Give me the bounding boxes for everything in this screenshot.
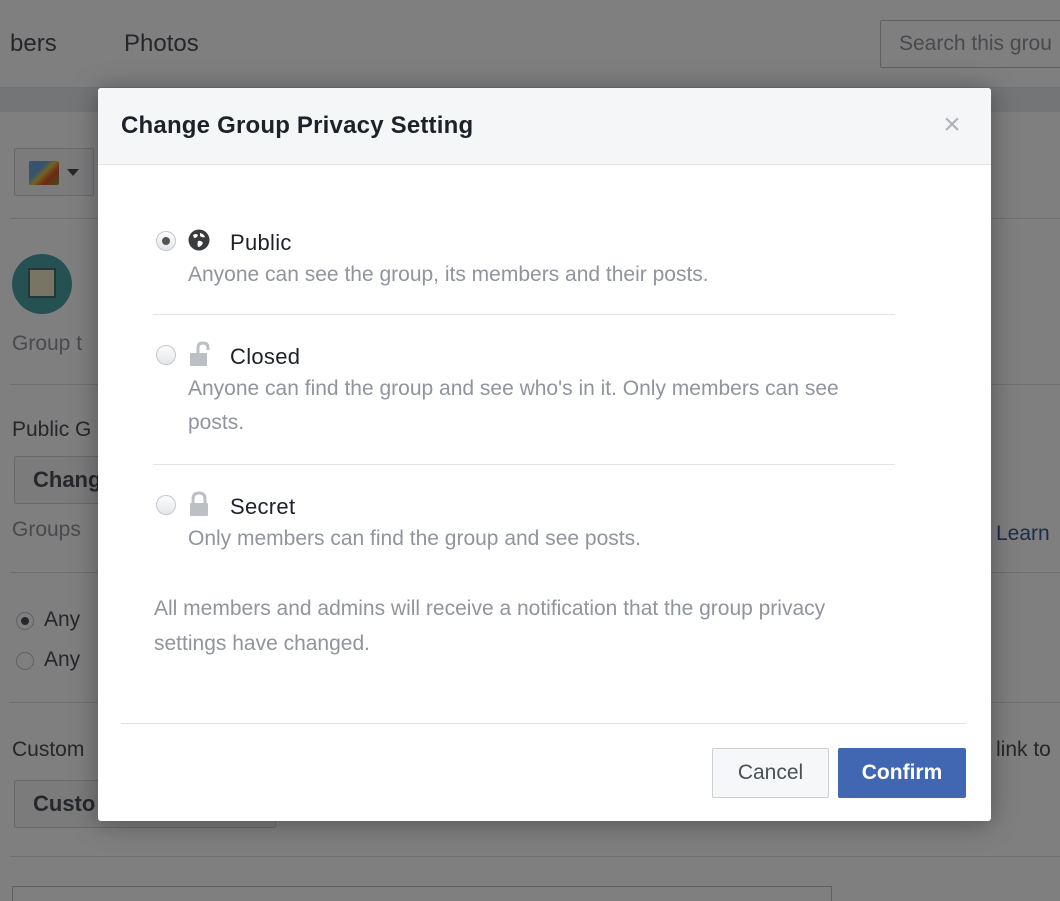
option-description: Anyone can find the group and see who's …	[188, 377, 839, 434]
radio-public[interactable]	[156, 231, 176, 251]
option-label: Public	[230, 230, 292, 255]
dialog-header: Change Group Privacy Setting ×	[98, 88, 991, 165]
confirm-button[interactable]: Confirm	[838, 748, 966, 798]
radio-secret[interactable]	[156, 495, 176, 515]
radio-closed[interactable]	[156, 345, 176, 365]
option-label: Secret	[230, 494, 296, 519]
close-icon[interactable]: ×	[937, 110, 967, 140]
notification-note: All members and admins will receive a no…	[154, 597, 826, 655]
privacy-option-public[interactable]: Public Anyone can see the group, its mem…	[153, 222, 895, 292]
footer-divider	[121, 723, 966, 724]
option-divider	[153, 314, 895, 315]
locked-padlock-icon	[190, 491, 208, 516]
privacy-option-secret[interactable]: Secret Only members can find the group a…	[153, 486, 895, 556]
privacy-dialog: Change Group Privacy Setting × Public An…	[98, 88, 991, 821]
globe-icon	[188, 229, 210, 251]
dialog-title: Change Group Privacy Setting	[121, 112, 474, 139]
unlocked-padlock-icon	[190, 341, 210, 366]
option-description: Anyone can see the group, its members an…	[188, 263, 709, 286]
cancel-button[interactable]: Cancel	[712, 748, 829, 798]
privacy-option-closed[interactable]: Closed Anyone can find the group and see…	[153, 336, 895, 440]
option-description: Only members can find the group and see …	[188, 527, 641, 550]
option-divider	[153, 464, 895, 465]
option-label: Closed	[230, 344, 301, 369]
